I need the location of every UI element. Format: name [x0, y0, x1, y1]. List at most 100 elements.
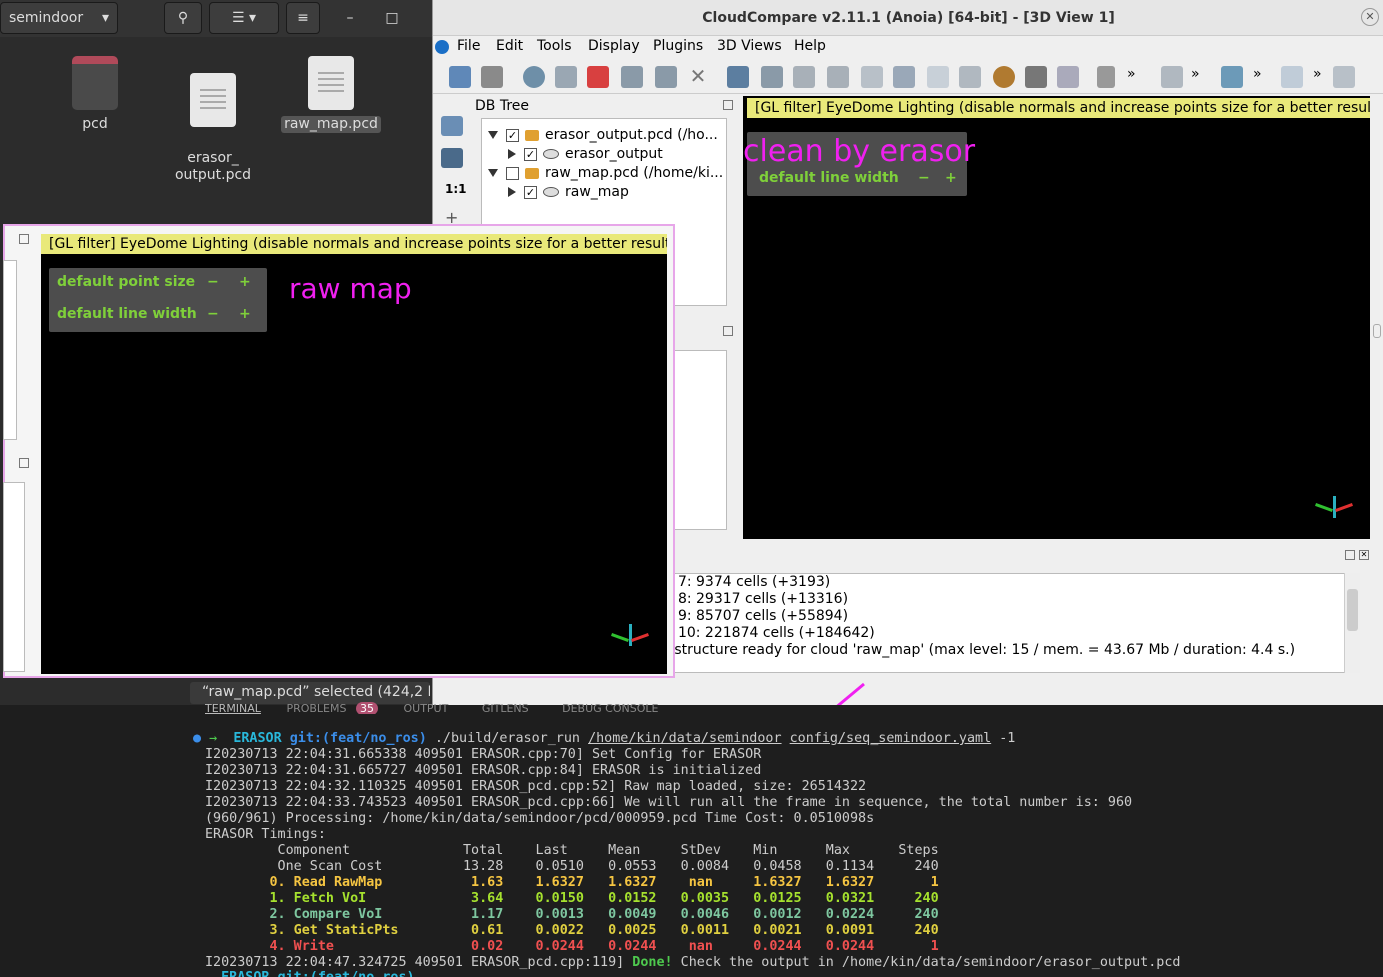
- command-arg-path[interactable]: /home/kin/data/semindoor: [588, 731, 781, 746]
- maximize-button[interactable]: □: [378, 2, 406, 34]
- delete-icon[interactable]: ✕: [687, 66, 709, 88]
- float-panel-icon[interactable]: [19, 458, 29, 468]
- increase-line-width-button[interactable]: +: [239, 306, 251, 322]
- float-panel-icon[interactable]: [1345, 550, 1355, 560]
- mesh-icon[interactable]: [993, 66, 1015, 88]
- scroll-thumb[interactable]: [1347, 589, 1358, 631]
- float-panel-icon[interactable]: [19, 234, 29, 244]
- command-line: ● → ERASOR git:(feat/no_ros) ./build/era…: [193, 731, 1015, 747]
- minimize-button[interactable]: –: [336, 2, 364, 34]
- canupo-icon[interactable]: [1281, 66, 1303, 88]
- translate-icon[interactable]: [761, 66, 783, 88]
- tab-terminal[interactable]: TERMINAL: [205, 702, 261, 714]
- one-to-one-icon[interactable]: 1:1: [445, 182, 467, 196]
- axis-y-icon: [611, 633, 629, 642]
- increase-line-width-button[interactable]: +: [945, 170, 957, 186]
- file-item-pcd-folder[interactable]: pcd: [50, 56, 140, 133]
- more-icon[interactable]: »: [1127, 66, 1149, 88]
- tab-output[interactable]: OUTPUT: [403, 702, 448, 714]
- chevron-down-icon: ▾: [101, 10, 109, 26]
- clone-icon[interactable]: [621, 66, 643, 88]
- expand-icon[interactable]: [508, 149, 516, 159]
- console-scrollbar[interactable]: [1344, 573, 1360, 673]
- open-icon[interactable]: [449, 66, 471, 88]
- list-icon[interactable]: [555, 66, 577, 88]
- menu-edit[interactable]: Edit: [496, 38, 523, 54]
- more-icon[interactable]: »: [1191, 66, 1213, 88]
- menu-button[interactable]: ≡: [286, 2, 320, 34]
- segment-icon[interactable]: [727, 66, 749, 88]
- float-panel-icon[interactable]: [723, 326, 733, 336]
- scale-icon[interactable]: [893, 66, 915, 88]
- tree-item-erasor-output-cloud[interactable]: ✓ erasor_output: [508, 146, 663, 162]
- tree-item-erasor-output-file[interactable]: ✓ erasor_output.pcd (/ho...: [488, 127, 718, 143]
- checker-icon[interactable]: [1025, 66, 1047, 88]
- visibility-checkbox[interactable]: ✓: [506, 128, 519, 142]
- tree-item-raw-map-cloud[interactable]: ✓ raw_map: [508, 184, 629, 200]
- search-button[interactable]: ⚲: [164, 2, 202, 34]
- display-icon[interactable]: [441, 116, 463, 136]
- raw-map-view-window: [GL filter] EyeDome Lighting (disable no…: [3, 224, 675, 678]
- visibility-checkbox[interactable]: ✓: [524, 185, 537, 199]
- document-icon: [308, 56, 354, 110]
- decrease-line-width-button[interactable]: −: [207, 306, 219, 322]
- connected-components-icon[interactable]: [959, 66, 981, 88]
- axis-x-icon: [631, 633, 649, 642]
- tab-problems[interactable]: PROBLEMS: [286, 702, 346, 714]
- 3d-view-raw-map[interactable]: [GL filter] EyeDome Lighting (disable no…: [41, 234, 667, 674]
- menu-display[interactable]: Display: [588, 38, 640, 54]
- histogram-icon[interactable]: [1221, 66, 1243, 88]
- filter-icon[interactable]: [927, 66, 949, 88]
- scroll-handle[interactable]: [1373, 324, 1381, 338]
- file-item-erasor-output[interactable]: erasor_ output.pcd: [168, 56, 258, 201]
- increase-point-size-button[interactable]: +: [239, 274, 251, 290]
- expand-icon[interactable]: [508, 187, 516, 197]
- folder-icon: [72, 56, 118, 110]
- location-button[interactable]: semindoor ▾: [0, 2, 118, 34]
- camera-icon[interactable]: [441, 148, 463, 168]
- more-icon[interactable]: »: [1313, 66, 1335, 88]
- file-item-raw-map[interactable]: raw_map.pcd: [280, 56, 382, 133]
- view-options-button[interactable]: ☰ ▾: [209, 2, 279, 34]
- more-icon[interactable]: »: [1253, 66, 1275, 88]
- points-icon[interactable]: [1161, 66, 1183, 88]
- expand-icon[interactable]: [488, 169, 498, 177]
- 3d-view-erasor-output[interactable]: [GL filter] EyeDome Lighting (disable no…: [743, 96, 1370, 539]
- list-view-icon: ☰ ▾: [231, 10, 257, 26]
- float-panel-icon[interactable]: [723, 100, 733, 110]
- merge-icon[interactable]: [655, 66, 677, 88]
- point-cloud-icon: [543, 187, 559, 197]
- command-arg-config[interactable]: config/seq_semindoor.yaml: [790, 731, 992, 746]
- decrease-point-size-button[interactable]: −: [207, 274, 219, 290]
- tab-debug-console[interactable]: DEBUG CONSOLE: [562, 702, 658, 714]
- add-point-icon[interactable]: [587, 66, 609, 88]
- menu-help[interactable]: Help: [794, 38, 826, 54]
- pick-rotation-center-icon[interactable]: [523, 66, 545, 88]
- minimize-icon: –: [346, 10, 354, 26]
- tree-item-label: erasor_output: [565, 146, 663, 162]
- kd-icon[interactable]: [1333, 66, 1355, 88]
- subsample-icon[interactable]: [827, 66, 849, 88]
- sor-filter-icon[interactable]: [1057, 66, 1079, 88]
- menu-plugins[interactable]: Plugins: [653, 38, 703, 54]
- command-text: ./build/erasor_run: [434, 731, 580, 746]
- tree-item-raw-map-file[interactable]: raw_map.pcd (/home/ki...: [488, 165, 723, 181]
- annotation-raw-map: raw map: [289, 272, 412, 305]
- terminal-tabs: TERMINAL PROBLEMS 35 OUTPUT GITLENS DEBU…: [205, 702, 658, 714]
- done-word: Done!: [632, 955, 673, 970]
- tab-gitlens[interactable]: GITLENS: [482, 702, 529, 714]
- visibility-checkbox[interactable]: [506, 166, 519, 180]
- menu-file[interactable]: File: [457, 38, 480, 54]
- save-icon[interactable]: [481, 66, 503, 88]
- noise-icon[interactable]: [861, 66, 883, 88]
- menu-tools[interactable]: Tools: [537, 38, 572, 54]
- expand-icon[interactable]: [488, 131, 498, 139]
- sample-icon[interactable]: [793, 66, 815, 88]
- visibility-checkbox[interactable]: ✓: [524, 147, 537, 161]
- decrease-line-width-button[interactable]: −: [918, 170, 930, 186]
- close-icon[interactable]: ✕: [1361, 8, 1379, 26]
- menu-3d-views[interactable]: 3D Views: [717, 38, 782, 54]
- point-size-label: default point size: [57, 274, 196, 290]
- close-panel-icon[interactable]: ✕: [1359, 550, 1369, 560]
- tool-icon[interactable]: [1097, 66, 1115, 88]
